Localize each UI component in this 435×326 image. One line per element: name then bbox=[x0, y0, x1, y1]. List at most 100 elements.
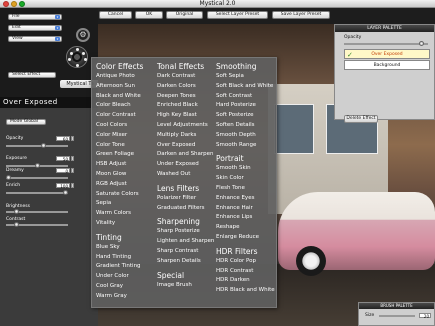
gear-icon[interactable]: ⚙ bbox=[76, 28, 90, 42]
enrich-slider-knob[interactable] bbox=[63, 190, 68, 195]
menu-heading: Sharpening bbox=[157, 217, 200, 227]
menu-item[interactable]: RGB Adjust bbox=[96, 180, 154, 190]
menu-item[interactable]: Enriched Black bbox=[157, 101, 217, 111]
menu-item[interactable]: High Key Blast bbox=[157, 111, 217, 121]
dreamy-slider-track[interactable] bbox=[6, 177, 68, 179]
view-menu-dropdown[interactable]: View ▾ bbox=[8, 36, 62, 42]
layer-opacity-slider-knob[interactable] bbox=[419, 41, 424, 46]
save-layer-preset-button[interactable]: Save Layer Preset bbox=[272, 11, 330, 19]
menu-item[interactable]: Soft Posterize bbox=[216, 111, 278, 121]
menu-item[interactable]: Washed Out bbox=[157, 170, 217, 180]
cancel-button[interactable]: Cancel bbox=[99, 11, 132, 19]
menu-item[interactable]: Gradient Tinting bbox=[96, 262, 154, 272]
contrast-slider-knob[interactable] bbox=[14, 222, 19, 227]
menu-heading: Color Effects bbox=[96, 62, 144, 71]
menu-item[interactable]: HDR Darken bbox=[216, 276, 278, 286]
delete-effect-button[interactable]: Delete Effect bbox=[344, 115, 378, 123]
menu-item[interactable]: Sepia bbox=[96, 199, 154, 209]
enrich-slider-track[interactable] bbox=[6, 192, 68, 194]
exposure-slider-knob[interactable] bbox=[35, 163, 40, 168]
menu-item[interactable]: Polarizer Filter bbox=[157, 194, 217, 204]
menu-item[interactable]: Dark Contrast bbox=[157, 72, 217, 82]
menu-item[interactable]: Color Mixer bbox=[96, 131, 154, 141]
menu-item[interactable]: Soft Contrast bbox=[216, 92, 278, 102]
menu-item[interactable]: Saturate Colors bbox=[96, 190, 154, 200]
menu-item[interactable]: Soften Details bbox=[216, 121, 278, 131]
menu-item[interactable]: Darken Colors bbox=[157, 82, 217, 92]
opacity-slider-track[interactable] bbox=[6, 145, 68, 147]
menu-item[interactable]: HDR Black and White bbox=[216, 286, 278, 296]
menu-item[interactable]: Soft Black and White bbox=[216, 82, 278, 92]
menu-item[interactable]: Vitality bbox=[96, 219, 154, 229]
menu-item[interactable]: Sharp Contrast bbox=[157, 247, 217, 257]
select-effect-dropdown[interactable]: Select Effect bbox=[8, 72, 56, 78]
menu-item[interactable]: Moon Glow bbox=[96, 170, 154, 180]
menu-item[interactable]: Warm Gray bbox=[96, 292, 154, 302]
menu-item[interactable]: Smooth Skin bbox=[216, 164, 278, 174]
menu-item[interactable]: Smooth Depth bbox=[216, 131, 278, 141]
menu-item[interactable]: Antique Photo bbox=[96, 72, 154, 82]
brush-size-slider-track[interactable] bbox=[379, 315, 415, 317]
menu-item[interactable]: Lighten and Sharpen bbox=[157, 237, 217, 247]
menu-item[interactable]: Darken and Sharpen bbox=[157, 150, 217, 160]
menu-item[interactable]: Level Adjustments bbox=[157, 121, 217, 131]
menu-item[interactable]: Sharpen Details bbox=[157, 257, 217, 267]
menu-item[interactable]: HSB Adjust bbox=[96, 160, 154, 170]
brightness-slider-knob[interactable] bbox=[14, 209, 19, 214]
select-layer-preset-button[interactable]: Select Layer Preset bbox=[207, 11, 268, 19]
menu-item[interactable]: Afternoon Sun bbox=[96, 82, 154, 92]
menu-item[interactable]: Multiply Darks bbox=[157, 131, 217, 141]
menu-item[interactable]: Color Tone bbox=[96, 141, 154, 151]
dreamy-value-field[interactable]: 0 bbox=[56, 168, 70, 174]
edit-menu-dropdown[interactable]: Edit ▾ bbox=[8, 25, 62, 31]
menu-item[interactable]: Black and White bbox=[96, 92, 154, 102]
menu-item[interactable]: Deepen Tones bbox=[157, 92, 217, 102]
menu-item[interactable]: Color Contrast bbox=[96, 111, 154, 121]
menu-item[interactable]: Enhance Eyes bbox=[216, 194, 278, 204]
menu-item[interactable]: HDR Color Pop bbox=[216, 257, 278, 267]
opacity-stepper[interactable] bbox=[71, 136, 74, 141]
dreamy-stepper[interactable] bbox=[71, 168, 74, 173]
menu-item[interactable]: Warm Colors bbox=[96, 209, 154, 219]
menu-item[interactable]: Reshape bbox=[216, 223, 278, 233]
dreamy-label: Dreamy bbox=[6, 168, 24, 173]
exposure-value-field[interactable]: 50 bbox=[56, 156, 70, 162]
menu-item[interactable]: HDR Contrast bbox=[216, 267, 278, 277]
menu-item[interactable]: Hand Tinting bbox=[96, 253, 154, 263]
menu-item[interactable]: Under Color bbox=[96, 272, 154, 282]
menu-item[interactable]: Under Exposed bbox=[157, 160, 217, 170]
brush-size-field[interactable]: 20 bbox=[419, 313, 431, 319]
original-button[interactable]: Original bbox=[166, 11, 203, 19]
menu-item[interactable]: Enhance Hair bbox=[216, 204, 278, 214]
exposure-stepper[interactable] bbox=[71, 156, 74, 161]
layer-opacity-slider-track[interactable] bbox=[344, 43, 428, 45]
menu-item[interactable]: Soft Sepia bbox=[216, 72, 278, 82]
menu-item[interactable]: Enhance Lips bbox=[216, 213, 278, 223]
menu-item[interactable]: Blue Sky bbox=[96, 243, 154, 253]
opacity-value-field[interactable]: 60 bbox=[56, 136, 70, 142]
menu-item[interactable]: Image Brush bbox=[157, 281, 217, 291]
enrich-value-field[interactable]: 100 bbox=[56, 183, 70, 189]
menu-item[interactable]: Skin Color bbox=[216, 174, 278, 184]
enrich-stepper[interactable] bbox=[71, 183, 74, 188]
menu-item[interactable]: Cool Colors bbox=[96, 121, 154, 131]
menu-item[interactable]: Graduated Filters bbox=[157, 204, 217, 214]
menu-item[interactable]: Over Exposed bbox=[157, 141, 217, 151]
menu-item[interactable]: Smooth Range bbox=[216, 141, 278, 151]
menu-item[interactable]: Flesh Tone bbox=[216, 184, 278, 194]
layer-item-background[interactable]: Background bbox=[344, 60, 430, 70]
menu-item[interactable]: Hard Posterize bbox=[216, 101, 278, 111]
menu-heading: Portrait bbox=[216, 154, 244, 164]
menu-item[interactable]: Cool Gray bbox=[96, 282, 154, 292]
menu-item[interactable]: Sharp Posterize bbox=[157, 227, 217, 237]
dreamy-slider-knob[interactable] bbox=[6, 175, 11, 180]
menu-item[interactable]: Enlarge Reduce bbox=[216, 233, 278, 243]
mode-dropdown[interactable]: Mode Global bbox=[6, 119, 46, 125]
ok-button[interactable]: OK bbox=[135, 11, 163, 19]
opacity-slider-knob[interactable] bbox=[41, 143, 46, 148]
menu-item[interactable]: Green Foliage bbox=[96, 150, 154, 160]
menu-item[interactable]: Color Bleach bbox=[96, 101, 154, 111]
layer-item-active[interactable]: ✓ Over Exposed bbox=[344, 49, 430, 59]
navigation-wheel-icon[interactable] bbox=[66, 46, 88, 68]
file-menu-dropdown[interactable]: File ▾ bbox=[8, 14, 62, 20]
